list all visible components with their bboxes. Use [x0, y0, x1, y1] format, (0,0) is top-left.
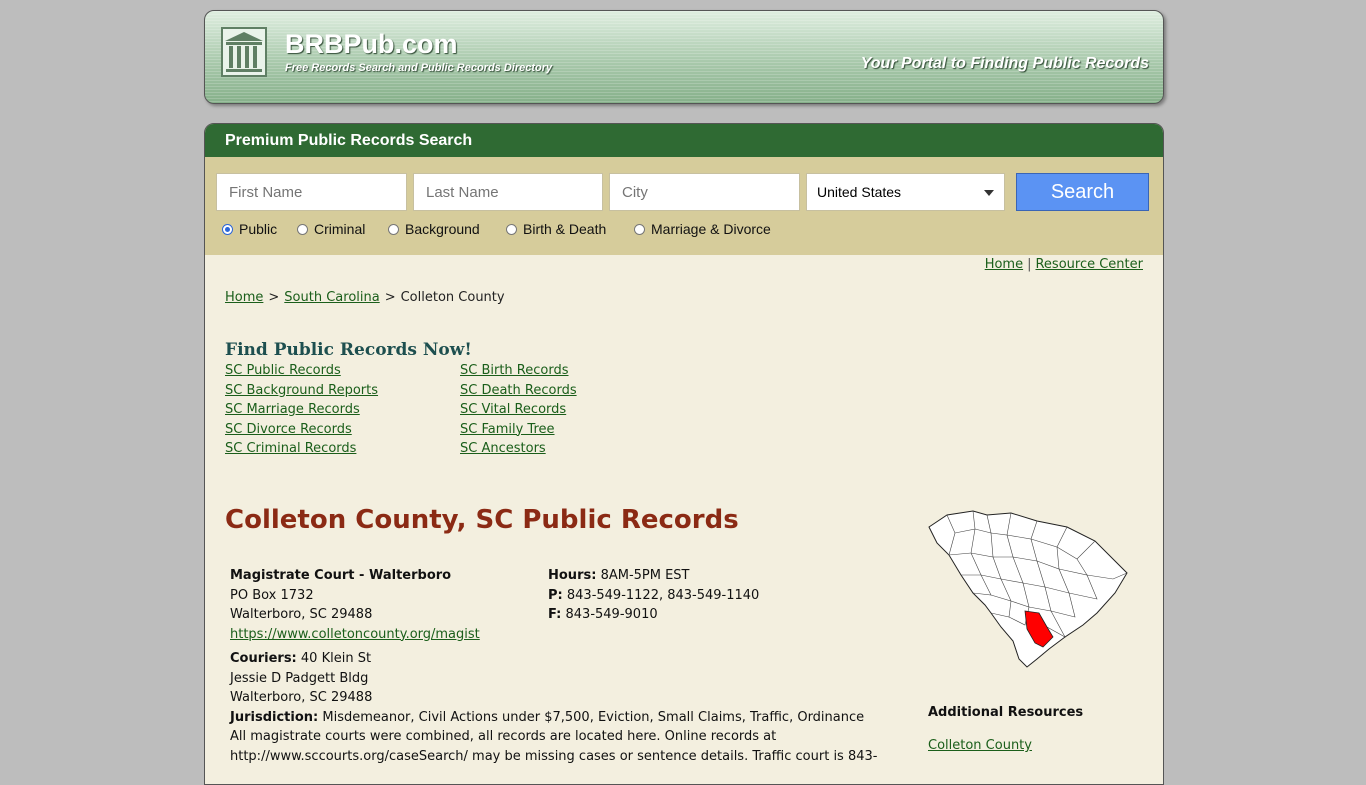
link-sc-vital-records[interactable]: SC Vital Records [460, 402, 577, 422]
radio-public[interactable]: Public [222, 221, 277, 237]
couriers-label: Couriers: [230, 651, 297, 666]
records-links-col2: SC Birth Records SC Death Records SC Vit… [460, 363, 577, 461]
office-address-line1: PO Box 1732 [230, 587, 314, 603]
breadcrumb-current: Colleton County [400, 290, 505, 305]
additional-resources-heading: Additional Resources [928, 705, 1084, 720]
link-sc-family-tree[interactable]: SC Family Tree [460, 422, 577, 442]
hours-label: Hours: [548, 568, 597, 583]
hours-value: 8AM-5PM EST [600, 568, 690, 583]
breadcrumb-state[interactable]: South Carolina [284, 290, 379, 305]
site-tagline: Free Records Search and Public Records D… [285, 62, 553, 74]
radio-background[interactable]: Background [388, 221, 480, 237]
phone-label: P: [548, 587, 563, 603]
first-name-input[interactable] [216, 173, 407, 211]
radio-label: Public [239, 221, 278, 237]
breadcrumb-home[interactable]: Home [225, 290, 263, 305]
radio-unselected-icon [297, 223, 308, 235]
office-address-line2: Walterboro, SC 29488 [230, 607, 373, 622]
additional-resource-link[interactable]: Colleton County [928, 738, 1032, 753]
records-note-line2: http://www.sccourts.org/caseSearch/ may … [230, 748, 878, 764]
radio-marriage-divorce[interactable]: Marriage & Divorce [634, 221, 771, 237]
link-sc-criminal-records[interactable]: SC Criminal Records [225, 441, 378, 461]
courthouse-logo-icon[interactable] [221, 27, 267, 77]
couriers-line2: Jessie D Padgett Bldg [230, 670, 369, 686]
last-name-input[interactable] [413, 173, 603, 211]
radio-unselected-icon [388, 223, 399, 235]
radio-label: Marriage & Divorce [651, 221, 771, 237]
link-sc-divorce-records[interactable]: SC Divorce Records [225, 422, 378, 442]
radio-birth-death[interactable]: Birth & Death [506, 221, 606, 237]
radio-label: Birth & Death [523, 221, 607, 237]
couriers-block: Couriers: 40 Klein St Jessie D Padgett B… [230, 649, 910, 766]
nav-separator: | [1027, 257, 1032, 272]
radio-unselected-icon [634, 223, 645, 235]
link-sc-death-records[interactable]: SC Death Records [460, 383, 577, 403]
jurisdiction-value: Misdemeanor, Civil Actions under $7,500,… [322, 709, 865, 725]
link-sc-marriage-records[interactable]: SC Marriage Records [225, 402, 378, 422]
office-address-block: Magistrate Court - Walterboro PO Box 173… [230, 566, 480, 644]
radio-unselected-icon [506, 223, 517, 235]
site-name[interactable]: BRBPub.com [285, 29, 458, 60]
top-nav: Home | Resource Center [985, 257, 1143, 272]
chevron-down-icon [984, 190, 994, 196]
radio-selected-icon [222, 223, 233, 235]
radio-label: Criminal [314, 221, 366, 237]
radio-criminal[interactable]: Criminal [297, 221, 365, 237]
records-links-col1: SC Public Records SC Background Reports … [225, 363, 378, 461]
records-note-line1: All magistrate courts were combined, all… [230, 729, 777, 744]
fax-value: 843-549-9010 [565, 607, 658, 622]
country-select-value: United States [817, 184, 902, 200]
link-sc-birth-records[interactable]: SC Birth Records [460, 363, 577, 383]
couriers-line1: 40 Klein St [300, 651, 372, 666]
sc-county-map[interactable] [927, 509, 1131, 669]
search-button[interactable]: Search [1016, 173, 1149, 211]
portal-slogan: Your Portal to Finding Public Records [860, 55, 1149, 72]
link-sc-background-reports[interactable]: SC Background Reports [225, 383, 378, 403]
link-sc-public-records[interactable]: SC Public Records [225, 363, 378, 383]
search-panel-title: Premium Public Records Search [205, 124, 1163, 157]
breadcrumb: Home > South Carolina > Colleton County [225, 290, 505, 305]
jurisdiction-label: Jurisdiction: [230, 709, 319, 725]
breadcrumb-separator: > [384, 290, 396, 305]
couriers-line3: Walterboro, SC 29488 [230, 690, 373, 705]
office-website-link[interactable]: https://www.colletoncounty.org/magist [230, 627, 480, 642]
office-contact-block: Hours: 8AM-5PM EST P: 843-549-1122, 843-… [548, 566, 759, 625]
radio-label: Background [405, 221, 480, 237]
nav-home-link[interactable]: Home [985, 257, 1023, 272]
link-sc-ancestors[interactable]: SC Ancestors [460, 441, 577, 461]
breadcrumb-separator: > [268, 290, 280, 305]
country-select[interactable]: United States [806, 173, 1005, 211]
fax-label: F: [548, 607, 562, 622]
site-header: BRBPub.com Free Records Search and Publi… [204, 10, 1164, 104]
page-title: Colleton County, SC Public Records [225, 505, 739, 535]
nav-resource-center-link[interactable]: Resource Center [1035, 257, 1143, 272]
find-records-heading: Find Public Records Now! [225, 340, 472, 360]
main-panel: Premium Public Records Search United Sta… [204, 123, 1164, 785]
city-input[interactable] [609, 173, 800, 211]
search-form: United States Search Public Criminal Bac… [205, 157, 1163, 255]
office-name: Magistrate Court - Walterboro [230, 568, 452, 583]
phone-value: 843-549-1122, 843-549-1140 [566, 587, 760, 603]
